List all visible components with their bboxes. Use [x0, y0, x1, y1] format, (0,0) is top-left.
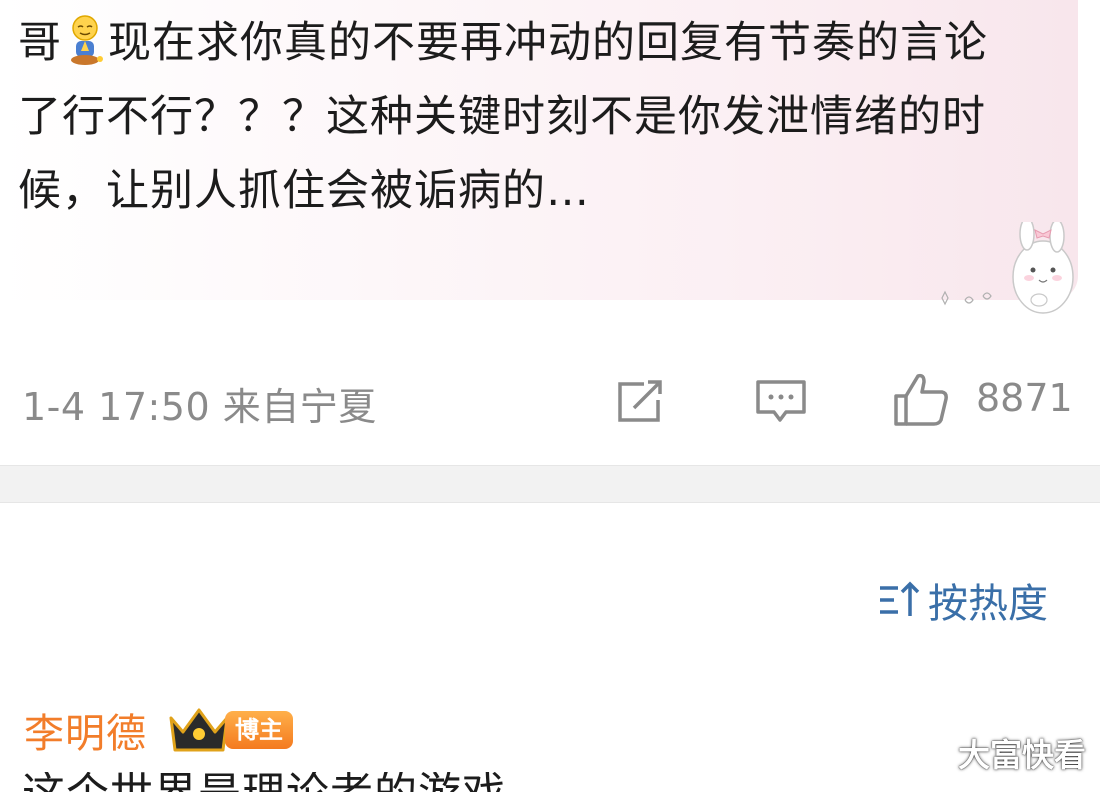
post-meta: 1-4 17:50 来自宁夏 — [22, 385, 377, 429]
post-bubble: 哥 现在求你真的不要再冲动的回复有节奏的言论了行不行？？？这种关键时刻不是你发泄… — [0, 0, 1078, 300]
sort-by-hot-button[interactable]: 按热度 — [878, 574, 1048, 627]
comment-icon[interactable] — [754, 378, 808, 428]
post-card: 哥 现在求你真的不要再冲动的回复有节奏的言论了行不行？？？这种关键时刻不是你发泄… — [0, 0, 1100, 465]
like-icon[interactable] — [892, 372, 950, 428]
share-icon[interactable] — [614, 378, 668, 426]
bunny-sticker-icon — [941, 222, 1074, 314]
post-text: 哥 现在求你真的不要再冲动的回复有节奏的言论了行不行？？？这种关键时刻不是你发泄… — [18, 6, 1028, 228]
comment-header: 李明德 博主 — [24, 702, 293, 758]
comment-username[interactable]: 李明德 — [24, 701, 147, 759]
comment-body: 这个世界是理论者的游戏 — [22, 772, 922, 792]
comment-text: 这个世界是理论者的游戏 — [22, 772, 922, 792]
crown-icon — [169, 708, 229, 752]
sort-label: 按热度 — [928, 581, 1048, 627]
blogger-badge: 博主 — [225, 711, 293, 749]
like-count: 8871 — [976, 376, 1073, 420]
post-text-prefix: 哥 — [18, 18, 62, 68]
sort-icon — [880, 581, 920, 616]
section-divider — [0, 465, 1100, 503]
post-text-main: 现在求你真的不要再冲动的回复有节奏的言论了行不行？？？这种关键时刻不是你发泄情绪… — [18, 18, 988, 216]
post-meta-row: 1-4 17:50 来自宁夏 8871 — [0, 372, 1100, 436]
watermark: 大富快看 — [958, 736, 1087, 774]
praying-emoji-icon — [71, 15, 103, 65]
